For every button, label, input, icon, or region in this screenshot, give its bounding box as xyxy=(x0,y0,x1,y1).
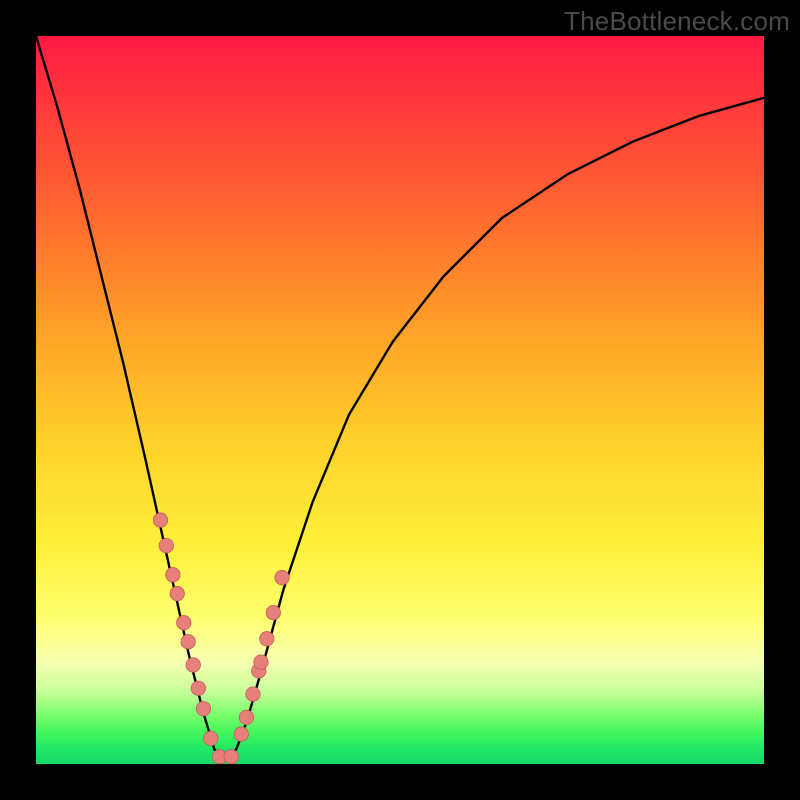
highlight-dot xyxy=(186,658,200,672)
highlight-dot xyxy=(191,681,205,695)
bottleneck-curve xyxy=(36,36,764,760)
plot-area xyxy=(36,36,764,764)
highlight-dot xyxy=(260,632,274,646)
highlight-dot xyxy=(275,570,289,584)
highlight-dot xyxy=(204,731,218,745)
highlight-dot xyxy=(212,750,226,764)
highlight-dot xyxy=(170,586,184,600)
highlight-dot xyxy=(166,568,180,582)
highlighted-dots-group xyxy=(153,513,289,764)
curve-svg xyxy=(36,36,764,764)
highlight-dot xyxy=(159,538,173,552)
highlight-dot xyxy=(234,727,248,741)
highlight-dot xyxy=(254,655,268,669)
chart-frame: TheBottleneck.com xyxy=(0,0,800,800)
watermark-text: TheBottleneck.com xyxy=(564,6,790,37)
highlight-dot xyxy=(153,513,167,527)
highlight-dot xyxy=(177,616,191,630)
highlight-dot xyxy=(252,664,266,678)
highlight-dot xyxy=(196,701,210,715)
highlight-dot xyxy=(266,605,280,619)
highlight-dot xyxy=(246,687,260,701)
highlight-dot xyxy=(224,750,238,764)
highlight-dot xyxy=(181,635,195,649)
highlight-dot xyxy=(239,710,253,724)
